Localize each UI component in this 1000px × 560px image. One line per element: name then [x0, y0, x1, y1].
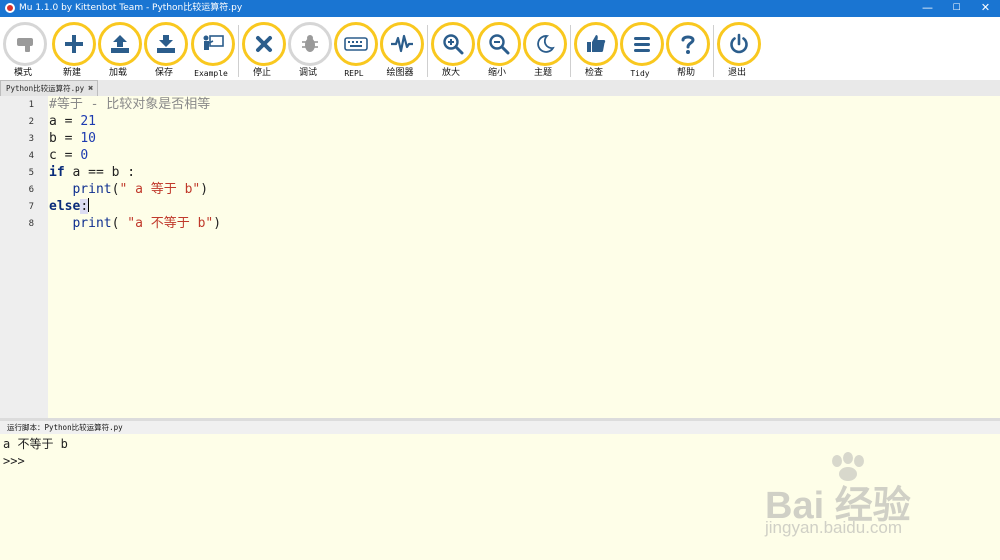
line-number: 4	[28, 151, 34, 161]
code-token: a =	[49, 114, 81, 129]
line-number: 5	[28, 168, 34, 178]
code-token: 0	[80, 148, 89, 163]
quit-label: 退出	[727, 68, 746, 78]
window-title: Mu 1.1.0 by Kittenbot Team - Python比较运算符…	[19, 3, 243, 13]
app-logo-icon	[5, 3, 15, 13]
code-token: #等于 - 比较对象是否相等	[49, 97, 211, 112]
code-token: c =	[49, 148, 81, 163]
line-number: 2	[28, 117, 34, 127]
output-pane[interactable]: a 不等于 b >>>	[0, 434, 1000, 560]
pulse-icon	[380, 22, 424, 66]
line-number: 7	[28, 202, 34, 212]
code-line[interactable]: c = 0	[49, 147, 88, 164]
line-number: 1	[28, 100, 34, 110]
code-line[interactable]: b = 10	[49, 130, 96, 147]
code-line[interactable]: print( "a 不等于 b")	[49, 215, 221, 232]
code-line[interactable]: else:	[49, 198, 90, 215]
line-number: 6	[28, 185, 34, 195]
code-token: " a 等于 b"	[119, 182, 201, 197]
line-number: 3	[28, 134, 34, 144]
theme-button[interactable]: 主题	[521, 22, 569, 80]
minimize-button[interactable]: —	[913, 0, 942, 17]
code-token: print	[72, 216, 112, 231]
presentation-icon	[191, 22, 235, 66]
close-icon	[242, 22, 286, 66]
moon-icon	[523, 22, 567, 66]
text-cursor	[88, 198, 90, 212]
help-label: 帮助	[676, 68, 695, 78]
download-icon	[144, 22, 188, 66]
line-number-gutter: 1 2 3 4 5 6 7 8	[0, 96, 48, 418]
code-token: (	[111, 216, 128, 231]
keyboard-icon	[334, 22, 378, 66]
plotter-button[interactable]: 绘图器	[378, 22, 426, 80]
upload-icon	[98, 22, 142, 66]
code-line[interactable]: a = 21	[49, 113, 96, 130]
mode-button[interactable]: 模式	[1, 22, 49, 80]
code-token: )	[213, 216, 222, 231]
toolbar: 模式 新建 加载 保存 Example 停止 调试 REPL 绘图器 放大 缩小…	[0, 17, 1000, 80]
zoom-in-icon	[431, 22, 475, 66]
code-token: :	[80, 199, 89, 214]
theme-label: 主题	[533, 68, 552, 78]
code-token: if	[49, 165, 65, 180]
line-number: 8	[28, 219, 34, 229]
example-button[interactable]: Example	[189, 22, 237, 80]
power-icon	[717, 22, 761, 66]
close-window-button[interactable]: ✕	[971, 0, 1000, 17]
tab-label: Python比较运算符.py	[6, 84, 85, 93]
code-token: )	[200, 182, 209, 197]
run-status-bar: 运行脚本：Python比较运算符.py	[0, 421, 1000, 434]
example-label: Example	[194, 69, 228, 78]
title-bar: Mu 1.1.0 by Kittenbot Team - Python比较运算符…	[0, 0, 1000, 17]
thumbs-up-icon	[574, 22, 618, 66]
tab-close-icon[interactable]: ✖	[88, 82, 93, 96]
quit-button[interactable]: 退出	[715, 22, 763, 80]
bug-icon	[288, 22, 332, 66]
output-line: a 不等于 b	[3, 437, 68, 451]
repl-prompt[interactable]: >>>	[3, 453, 25, 470]
code-token: 21	[80, 114, 96, 129]
tab-file[interactable]: Python比较运算符.py ✖	[0, 80, 98, 96]
mode-icon	[3, 22, 47, 66]
plotter-label: 绘图器	[386, 68, 414, 78]
code-token: print	[72, 182, 112, 197]
code-token: "a 不等于 b"	[127, 216, 214, 231]
plus-icon	[52, 22, 96, 66]
code-token: else	[49, 199, 81, 214]
run-status-label: 运行脚本：Python比较运算符.py	[7, 423, 123, 432]
code-line[interactable]: if a == b :	[49, 164, 135, 181]
lines-icon	[620, 22, 664, 66]
code-line[interactable]: #等于 - 比较对象是否相等	[49, 96, 210, 113]
help-button[interactable]: 帮助	[664, 22, 712, 80]
code-token: 10	[80, 131, 96, 146]
code-token: b =	[49, 131, 81, 146]
code-editor[interactable]: 12345678 #等于 - 比较对象是否相等 a = 21 b = 10 c = 0…	[0, 96, 1000, 418]
zoom-out-icon	[477, 22, 521, 66]
question-icon	[666, 22, 710, 66]
maximize-button[interactable]: ☐	[942, 0, 971, 17]
code-token: a == b :	[64, 165, 136, 180]
code-line[interactable]: print(" a 等于 b")	[49, 181, 208, 198]
tab-strip: Python比较运算符.py ✖	[0, 80, 1000, 96]
